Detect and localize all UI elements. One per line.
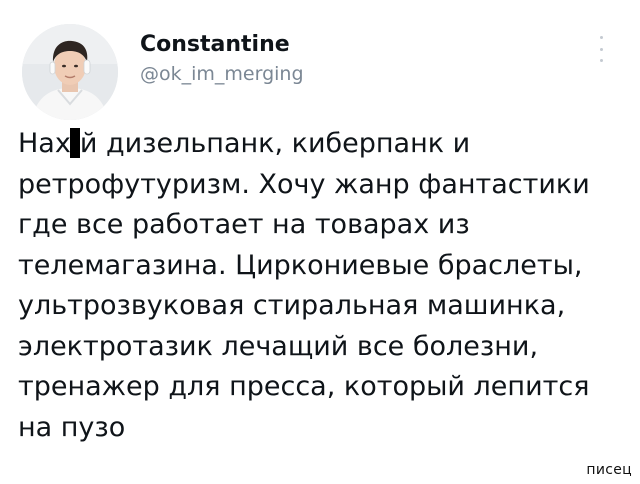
author-display-name[interactable]: Constantine xyxy=(140,32,304,58)
avatar-photo xyxy=(22,24,118,120)
avatar[interactable] xyxy=(22,24,118,120)
more-dot xyxy=(599,36,603,39)
tweet-card: Constantine @ok_im_merging Нахуй дизельп… xyxy=(0,0,640,484)
more-vertical-icon[interactable] xyxy=(594,34,608,64)
tweet-line-3: где все работает на товарах из xyxy=(18,209,470,240)
tweet-line-1-end: й дизельпанк, киберпанк и xyxy=(79,128,471,159)
more-dot xyxy=(599,59,603,62)
tweet-line-1-start: Нах xyxy=(18,128,71,159)
tweet-text: Нахуй дизельпанк, киберпанк и ретрофутур… xyxy=(18,124,618,448)
tweet-line-5: ультрозвуковая стиральная машинка, xyxy=(18,290,566,321)
watermark: писец xyxy=(586,462,632,478)
author-handle[interactable]: @ok_im_merging xyxy=(140,61,304,87)
author-block: Constantine @ok_im_merging xyxy=(140,32,304,87)
more-dot xyxy=(599,47,603,51)
tweet-line-2: ретрофутуризм. Хочу жанр фантастики xyxy=(18,168,590,200)
tweet-line-4: телемагазина. Циркониевые браслеты, xyxy=(18,249,583,281)
censor-bar: у xyxy=(69,128,80,158)
tweet-line-8: на пузо xyxy=(18,411,126,443)
tweet-line-7: тренажер для пресса, который лепится xyxy=(18,371,590,402)
tweet-line-1: Нахуй дизельпанк, киберпанк и xyxy=(18,124,618,165)
tweet-line-6: электротазик лечащий все болезни, xyxy=(18,330,539,362)
